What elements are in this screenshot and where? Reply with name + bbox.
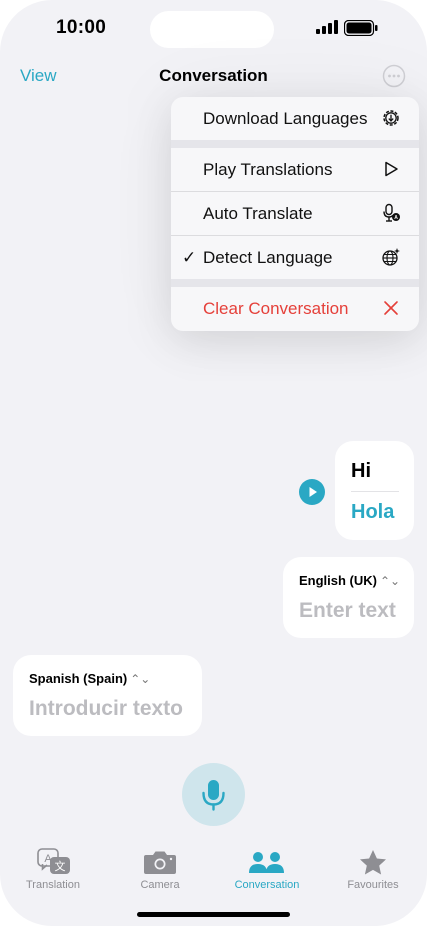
star-icon — [360, 850, 386, 875]
tab-label: Translation — [25, 879, 80, 891]
menu-item-label: Download Languages — [203, 109, 368, 128]
menu-item-detect-language[interactable]: ✓ Detect Language — [171, 236, 419, 279]
chevron-updown-icon: ⌃⌄ — [130, 672, 151, 686]
menu-item-clear-conversation[interactable]: Clear Conversation — [171, 287, 419, 330]
menu-item-play-translations[interactable]: Play Translations — [171, 148, 419, 191]
status-time: 10:00 — [56, 17, 107, 38]
svg-text:文: 文 — [55, 859, 66, 873]
tab-favourites[interactable]: Favourites — [323, 840, 423, 896]
menu-item-label: Auto Translate — [203, 204, 313, 223]
tab-bar: A 文 Translation Camera Conversation Favo… — [0, 840, 427, 900]
english-text-input[interactable]: Enter text — [299, 599, 396, 623]
page-title: Conversation — [159, 66, 268, 85]
camera-icon — [144, 851, 176, 874]
auto-mic-icon: A — [383, 203, 400, 222]
microphone-button[interactable] — [182, 763, 245, 826]
svg-text:A: A — [394, 215, 398, 221]
translated-text: Hola — [351, 501, 395, 523]
tab-label: Conversation — [234, 879, 300, 891]
status-bar: 10:00 — [0, 0, 427, 56]
battery-icon — [344, 20, 378, 36]
menu-item-label: Clear Conversation — [203, 299, 349, 318]
dynamic-island — [150, 11, 274, 48]
spanish-input-bubble[interactable]: Spanish (Spain) ⌃⌄ Introducir texto — [13, 655, 202, 736]
more-options-icon[interactable] — [382, 64, 406, 88]
message-bubble[interactable]: Hi Hola — [335, 441, 414, 540]
translate-icon: A 文 — [37, 848, 70, 874]
play-translation-button[interactable] — [299, 479, 325, 505]
close-x-icon — [384, 301, 398, 315]
chevron-updown-icon: ⌃⌄ — [380, 574, 401, 588]
signal-icon — [316, 20, 338, 34]
play-icon — [309, 487, 317, 497]
english-input-bubble[interactable]: English (UK) ⌃⌄ Enter text — [283, 557, 414, 638]
tab-conversation[interactable]: Conversation — [217, 840, 317, 896]
spanish-text-input[interactable]: Introducir texto — [29, 697, 183, 721]
spanish-language-label: Spanish (Spain) — [29, 671, 128, 686]
menu-section-gap — [171, 140, 419, 148]
tab-label: Favourites — [347, 879, 399, 891]
menu-item-download-languages[interactable]: Download Languages — [171, 97, 419, 140]
gear-download-icon — [383, 110, 399, 126]
people-icon — [249, 852, 284, 873]
tab-camera[interactable]: Camera — [110, 840, 210, 896]
english-language-label: English (UK) — [299, 573, 377, 588]
menu-item-auto-translate[interactable]: Auto Translate A — [171, 192, 419, 235]
tab-label: Camera — [140, 879, 180, 891]
spanish-language-selector[interactable]: Spanish (Spain) ⌃⌄ — [29, 671, 150, 686]
globe-sparkle-icon — [382, 248, 400, 266]
navigation-bar: View Conversation — [0, 58, 427, 94]
menu-item-label: Detect Language — [203, 248, 333, 267]
menu-item-label: Play Translations — [203, 160, 333, 179]
tab-translation[interactable]: A 文 Translation — [3, 840, 103, 896]
bubble-divider — [351, 491, 399, 492]
checkmark-icon: ✓ — [182, 248, 197, 267]
english-language-selector[interactable]: English (UK) ⌃⌄ — [299, 573, 400, 588]
home-indicator — [137, 912, 290, 917]
app-screen: 10:00 View Conversation Hi Hola English … — [0, 0, 427, 926]
play-outline-icon — [385, 161, 398, 177]
menu-section-gap — [171, 279, 419, 287]
microphone-icon — [202, 780, 225, 811]
options-menu: Download Languages Play Translations Aut… — [171, 97, 419, 331]
original-text: Hi — [351, 460, 371, 482]
